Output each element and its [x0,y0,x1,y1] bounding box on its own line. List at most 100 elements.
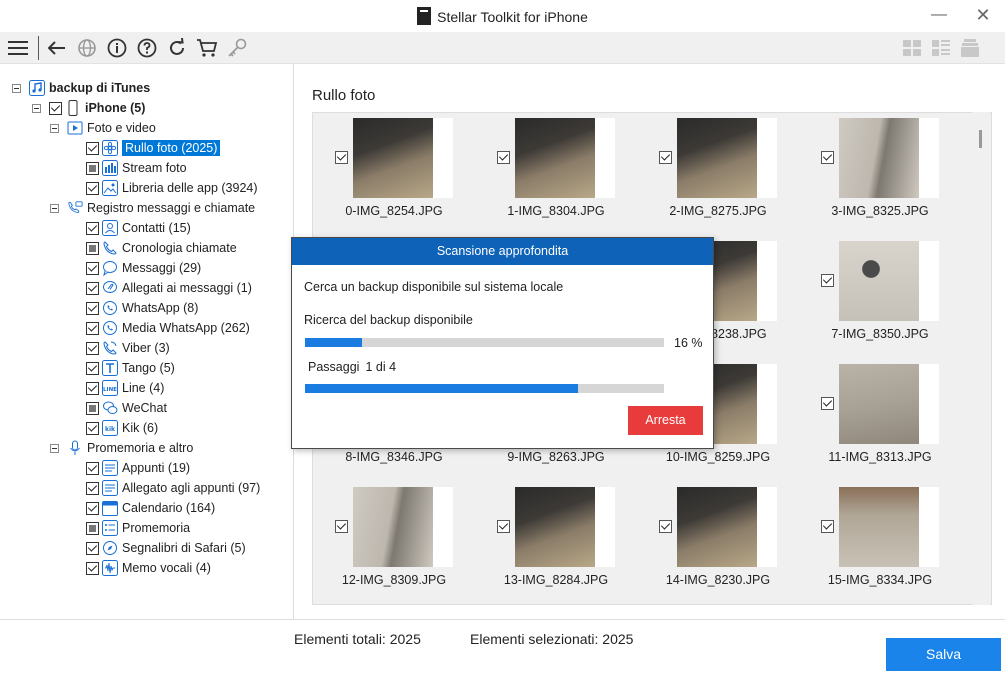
tree-node-itunes-backup[interactable]: backup di iTunes [12,78,150,98]
tree-item-notes[interactable]: Appunti (19) [86,458,190,478]
tree-checkbox[interactable] [86,381,99,395]
cart-icon[interactable] [195,36,219,60]
help-icon[interactable] [135,36,159,60]
tree-checkbox[interactable] [86,561,99,575]
tree-label: Promemoria e altro [87,441,194,455]
thumbnail-checkbox[interactable] [821,151,834,164]
thumbnail-item[interactable]: 3-IMG_8325.JPG [799,113,961,221]
tree-checkbox[interactable] [86,181,99,195]
cover-view-icon[interactable] [960,38,980,58]
tree-item-whatsapp[interactable]: WhatsApp (8) [86,298,198,318]
thumbnail-item[interactable]: 12-IMG_8309.JPG [313,482,475,590]
tree-item-wechat[interactable]: WeChat [86,398,167,418]
tree-item-app-library[interactable]: Libreria delle app (3924) [86,178,258,198]
tree-item-photo-stream[interactable]: Stream foto [86,158,187,178]
thumbnail-item[interactable]: 0-IMG_8254.JPG [313,113,475,221]
tree-item-line[interactable]: LINE Line (4) [86,378,164,398]
tree-group-memos[interactable]: Promemoria e altro [50,438,193,458]
thumbnail-item[interactable]: 11-IMG_8313.JPG [799,359,961,467]
collapse-icon[interactable] [32,103,41,113]
tree-item-message-attachments[interactable]: Allegati ai messaggi (1) [86,278,252,298]
globe-icon[interactable] [75,36,99,60]
stop-button[interactable]: Arresta [628,406,703,435]
thumbnail-checkbox[interactable] [335,151,348,164]
back-icon[interactable] [45,36,69,60]
tree-checkbox[interactable] [86,321,99,335]
tree-checkbox[interactable] [86,281,99,295]
tree-checkbox[interactable] [86,261,99,275]
tree-checkbox[interactable] [86,161,99,175]
thumbnail-checkbox[interactable] [821,397,834,410]
tree-checkbox[interactable] [49,101,62,115]
steps-progress-fill [305,384,578,393]
tree-item-kik[interactable]: kik Kik (6) [86,418,158,438]
tree-item-voice-memos[interactable]: Memo vocali (4) [86,558,211,578]
photo-thumbnail[interactable] [515,118,595,198]
tree-item-note-attachments[interactable]: Allegato agli appunti (97) [86,478,260,498]
tree-checkbox[interactable] [86,541,99,555]
photo-thumbnail[interactable] [353,487,433,567]
tree-item-viber[interactable]: Viber (3) [86,338,170,358]
tree-item-contacts[interactable]: Contatti (15) [86,218,191,238]
thumbnail-checkbox[interactable] [821,274,834,287]
thumbnail-item[interactable]: 13-IMG_8284.JPG [475,482,637,590]
photo-thumbnail[interactable] [515,487,595,567]
refresh-icon[interactable] [165,36,189,60]
collapse-icon[interactable] [50,203,59,213]
scrollbar-thumb[interactable] [979,130,982,148]
tree-checkbox[interactable] [86,141,99,155]
thumbnail-checkbox[interactable] [659,151,672,164]
photo-thumbnail[interactable] [677,118,757,198]
thumbnail-item[interactable]: 14-IMG_8230.JPG [637,482,799,590]
vertical-scrollbar[interactable] [972,112,990,605]
save-button[interactable]: Salva [886,638,1001,671]
grid-view-icon[interactable] [902,38,922,58]
photo-thumbnail[interactable] [839,241,919,321]
thumbnail-checkbox[interactable] [821,520,834,533]
tree-item-reminders[interactable]: Promemoria [86,518,190,538]
tree-checkbox[interactable] [86,301,99,315]
tree-item-safari-bookmarks[interactable]: Segnalibri di Safari (5) [86,538,246,558]
thumbnail-item[interactable]: 15-IMG_8334.JPG [799,482,961,590]
tree-checkbox[interactable] [86,461,99,475]
tree-group-photos[interactable]: Foto e video [50,118,156,138]
collapse-icon[interactable] [12,83,21,93]
tree-item-whatsapp-media[interactable]: Media WhatsApp (262) [86,318,250,338]
tree-checkbox[interactable] [86,521,99,535]
collapse-icon[interactable] [50,123,59,133]
thumbnail-checkbox[interactable] [659,520,672,533]
list-view-icon[interactable] [931,38,951,58]
thumbnail-item[interactable]: 7-IMG_8350.JPG [799,236,961,344]
tree-item-tango[interactable]: Tango (5) [86,358,175,378]
info-icon[interactable] [105,36,129,60]
photo-thumbnail[interactable] [839,364,919,444]
tree-checkbox[interactable] [86,481,99,495]
close-button[interactable]: ✕ [968,4,998,28]
thumbnail-checkbox[interactable] [335,520,348,533]
photo-thumbnail[interactable] [353,118,433,198]
thumbnail-checkbox[interactable] [497,151,510,164]
tree-checkbox[interactable] [86,361,99,375]
photo-thumbnail[interactable] [839,487,919,567]
minimize-button[interactable]: — [924,4,954,28]
tree-item-messages[interactable]: Messaggi (29) [86,258,201,278]
tree-checkbox[interactable] [86,501,99,515]
tree-checkbox[interactable] [86,401,99,415]
thumbnail-item[interactable]: 1-IMG_8304.JPG [475,113,637,221]
tree-node-iphone[interactable]: iPhone (5) [32,98,145,118]
tree-group-messages[interactable]: Registro messaggi e chiamate [50,198,255,218]
tree-checkbox[interactable] [86,241,99,255]
tree-item-call-history[interactable]: Cronologia chiamate [86,238,237,258]
tree-item-camera-roll[interactable]: Rullo foto (2025) [86,138,221,158]
tree-item-calendar[interactable]: Calendario (164) [86,498,215,518]
tree-checkbox[interactable] [86,221,99,235]
photo-thumbnail[interactable] [677,487,757,567]
collapse-icon[interactable] [50,443,59,453]
menu-icon[interactable] [6,36,30,60]
tree-checkbox[interactable] [86,341,99,355]
photo-thumbnail[interactable] [839,118,919,198]
thumbnail-checkbox[interactable] [497,520,510,533]
tree-checkbox[interactable] [86,421,99,435]
thumbnail-item[interactable]: 2-IMG_8275.JPG [637,113,799,221]
key-icon[interactable] [225,36,249,60]
